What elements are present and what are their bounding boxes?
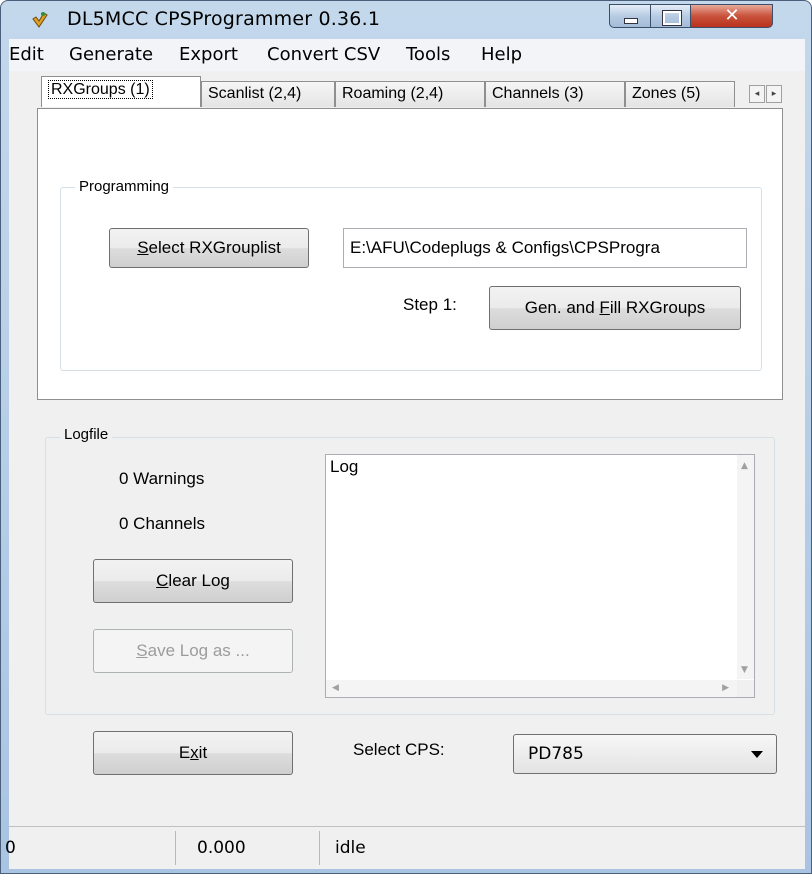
step1-label: Step 1: — [403, 295, 457, 314]
menu-generate[interactable]: Generate — [69, 44, 153, 65]
menu-edit[interactable]: Edit — [9, 44, 44, 65]
exit-post: it — [198, 743, 208, 762]
tab-channels[interactable]: Channels (3) — [485, 81, 625, 107]
window-title: DL5MCC CPSProgrammer 0.36.1 — [67, 8, 381, 30]
clear-log-post: lear Log — [168, 571, 230, 590]
cps-selected-value: PD785 — [528, 744, 584, 764]
app-icon[interactable] — [29, 9, 51, 31]
scroll-up-icon[interactable]: ▲ — [741, 461, 748, 471]
gen-fill-rxgroups-button[interactable]: Gen. and Fill RXGroups — [489, 286, 741, 330]
title-bar[interactable]: DL5MCC CPSProgrammer 0.36.1 ✕ — [1, 1, 811, 37]
programming-group: Programming Select RXGrouplist E:\AFU\Co… — [60, 178, 762, 371]
exit-accesskey: x — [190, 743, 199, 762]
menu-bar: Edit Generate Export Convert CSV Tools H… — [9, 39, 805, 71]
status-bar: 0 0.000 idle — [5, 826, 805, 869]
channels-count: 0 Channels — [119, 514, 206, 533]
tab-rxgroups[interactable]: RXGroups (1) — [41, 76, 201, 107]
status-separator — [175, 831, 176, 865]
minimize-icon — [624, 18, 638, 24]
status-cell-state: idle — [335, 838, 366, 858]
scroll-right-icon[interactable]: ▶ — [722, 683, 729, 693]
log-horizontal-scrollbar[interactable]: ◀ ▶ — [326, 680, 737, 697]
rxgroups-tab-page: Programming Select RXGrouplist E:\AFU\Co… — [37, 108, 783, 400]
gen-fill-post: ill RXGroups — [609, 298, 706, 317]
exit-pre: E — [178, 743, 191, 762]
rxgrouplist-path-field[interactable]: E:\AFU\Codeplugs & Configs\CPSProgra — [343, 228, 747, 268]
scrollbar-corner — [737, 680, 754, 697]
app-window: DL5MCC CPSProgrammer 0.36.1 ✕ Edit Gener… — [0, 0, 812, 874]
status-cell-value: 0.000 — [197, 838, 246, 858]
exit-button[interactable]: Exit — [93, 731, 293, 775]
chevron-down-icon — [751, 751, 763, 758]
programming-group-label: Programming — [75, 178, 174, 195]
client-area: Edit Generate Export Convert CSV Tools H… — [5, 39, 805, 869]
cps-select[interactable]: PD785 — [513, 734, 777, 774]
tab-zones[interactable]: Zones (5) — [625, 81, 735, 107]
tab-strip: RXGroups (1) Scanlist (2,4) Roaming (2,4… — [9, 75, 805, 107]
save-log-post: ave Log as ... — [147, 641, 250, 660]
maximize-icon — [662, 10, 682, 26]
scroll-down-icon[interactable]: ▼ — [741, 665, 748, 675]
close-button[interactable]: ✕ — [691, 4, 773, 28]
log-vertical-scrollbar[interactable]: ▲ ▼ — [737, 455, 754, 679]
select-rxgrouplist-accesskey: S — [137, 238, 149, 257]
select-rxgrouplist-post: elect RXGrouplist — [148, 238, 281, 257]
warnings-count: 0 Warnings — [119, 469, 205, 488]
menu-convert-csv[interactable]: Convert CSV — [267, 44, 380, 65]
menu-tools[interactable]: Tools — [406, 44, 450, 65]
select-rxgrouplist-button[interactable]: Select RXGrouplist — [109, 228, 309, 268]
maximize-button[interactable] — [651, 4, 691, 28]
tab-roaming[interactable]: Roaming (2,4) — [335, 81, 485, 107]
menu-export[interactable]: Export — [179, 44, 238, 65]
select-cps-label: Select CPS: — [353, 740, 445, 759]
minimize-button[interactable] — [609, 4, 651, 28]
gen-fill-accesskey: F — [599, 298, 610, 317]
clear-log-accesskey: C — [156, 571, 169, 590]
tab-scroll-right-icon[interactable]: ▸ — [766, 85, 782, 103]
log-textarea[interactable]: Log ▲ ▼ ◀ ▶ — [325, 454, 755, 698]
log-text: Log — [330, 457, 359, 476]
save-log-button[interactable]: Save Log as ... — [93, 629, 293, 673]
tab-rxgroups-label: RXGroups (1) — [48, 80, 153, 99]
tab-scroll-left-icon[interactable]: ◂ — [749, 85, 765, 103]
clear-log-button[interactable]: Clear Log — [93, 559, 293, 603]
scroll-left-icon[interactable]: ◀ — [332, 683, 339, 693]
close-icon: ✕ — [724, 5, 740, 26]
menu-help[interactable]: Help — [481, 44, 522, 65]
tab-scanlist[interactable]: Scanlist (2,4) — [201, 81, 335, 107]
logfile-group-label: Logfile — [60, 426, 113, 443]
status-cell-count: 0 — [5, 838, 16, 858]
gen-fill-pre: Gen. and — [524, 298, 600, 317]
status-separator — [319, 831, 320, 865]
save-log-accesskey: S — [136, 641, 148, 660]
